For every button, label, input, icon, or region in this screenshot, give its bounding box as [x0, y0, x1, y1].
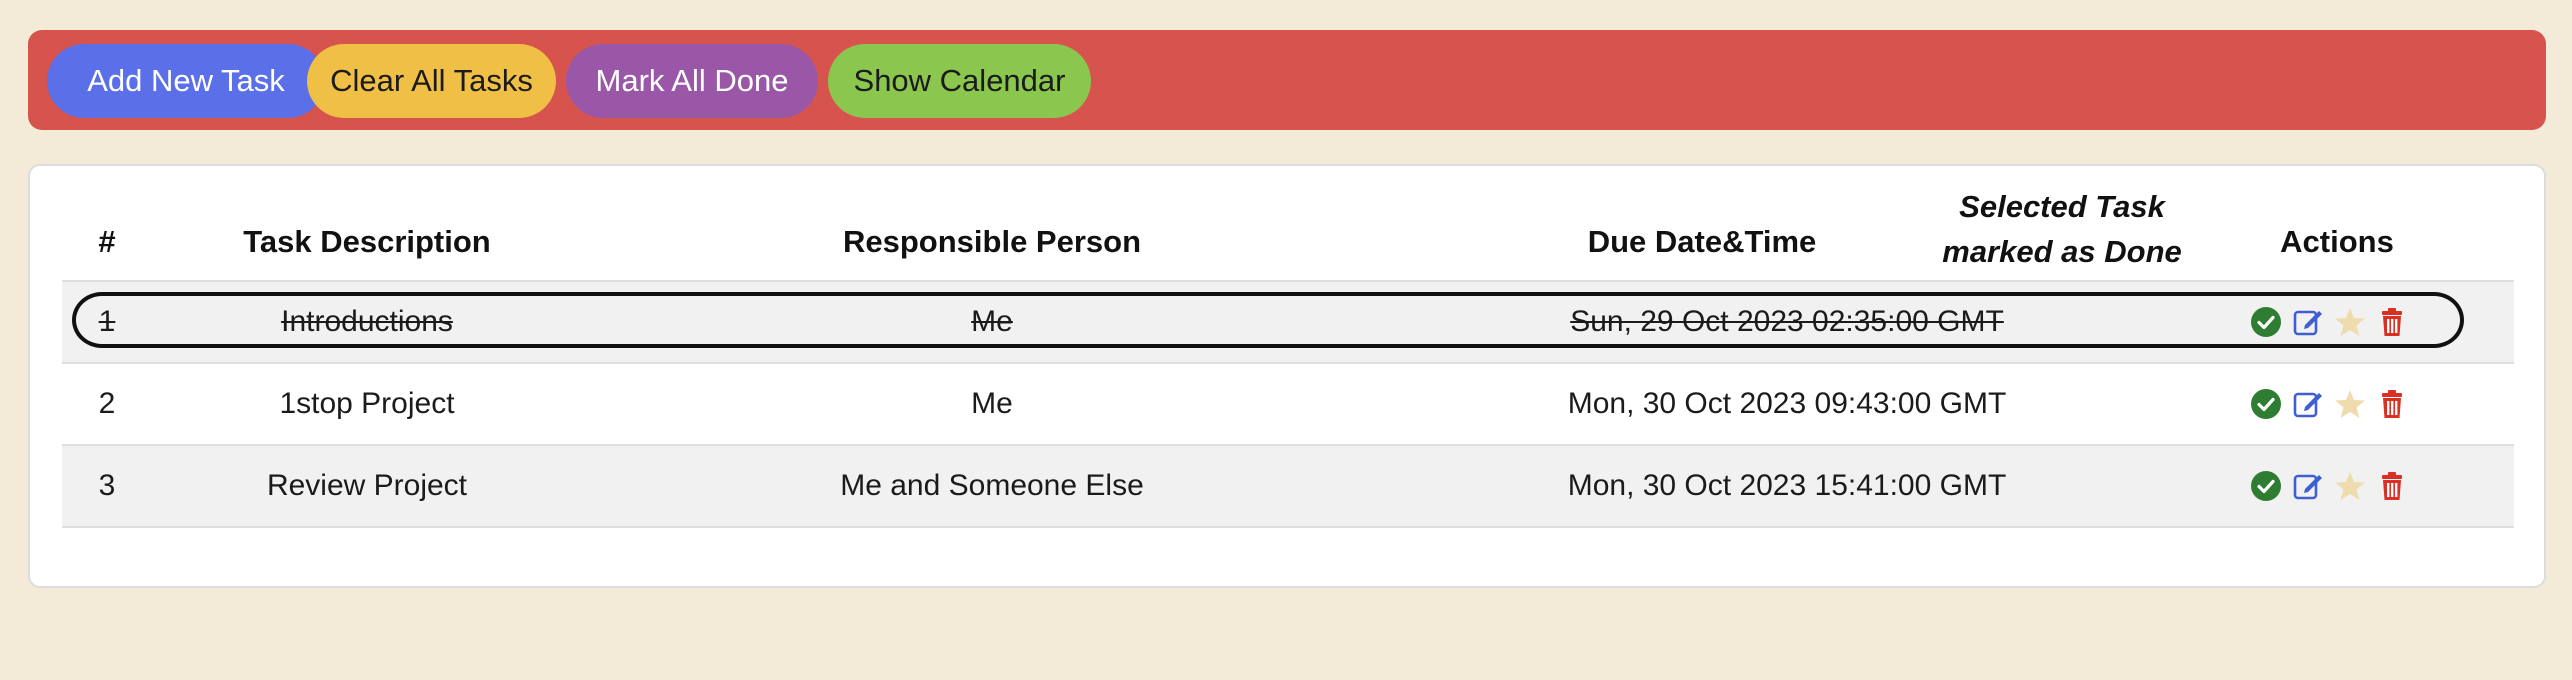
task-responsible-person: Me: [971, 305, 1013, 338]
task-table-card: # Task Description Responsible Person Du…: [28, 164, 2546, 588]
table-row: 1 Introductions Me Sun, 29 Oct 2023 02:3…: [62, 282, 2514, 364]
task-responsible-person: Me and Someone Else: [840, 469, 1144, 502]
trash-icon[interactable]: [2376, 306, 2408, 338]
trash-icon[interactable]: [2376, 388, 2408, 420]
star-icon[interactable]: [2334, 470, 2366, 502]
task-number: 2: [98, 387, 116, 420]
task-description: Review Project: [266, 469, 468, 502]
clear-all-tasks-button[interactable]: Clear All Tasks: [307, 44, 556, 118]
show-calendar-button[interactable]: Show Calendar: [828, 44, 1091, 118]
task-due-date: Sun, 29 Oct 2023 02:35:00 GMT: [1570, 305, 2004, 338]
edit-icon[interactable]: [2292, 470, 2324, 502]
header-task-description: Task Description: [243, 224, 491, 259]
header-selected-line1: Selected Task: [1959, 189, 2165, 224]
table-row: 2 1stop Project Me Mon, 30 Oct 2023 09:4…: [62, 364, 2514, 446]
mark-all-done-button[interactable]: Mark All Done: [566, 44, 818, 118]
task-due-date: Mon, 30 Oct 2023 09:43:00 GMT: [1567, 387, 2007, 420]
add-new-task-button[interactable]: Add New Task: [47, 44, 325, 118]
task-description: 1stop Project: [279, 387, 455, 420]
task-table: # Task Description Responsible Person Du…: [62, 166, 2514, 528]
task-description: Introductions: [281, 305, 453, 338]
check-circle-icon[interactable]: [2250, 388, 2282, 420]
table-row: 3 Review Project Me and Someone Else Mon…: [62, 446, 2514, 528]
task-due-date: Mon, 30 Oct 2023 15:41:00 GMT: [1567, 469, 2007, 502]
header-due-date: Due Date&Time: [1587, 224, 1817, 259]
task-actions: [2250, 364, 2430, 444]
task-responsible-person: Me: [971, 387, 1013, 420]
task-actions: [2250, 282, 2430, 362]
star-icon[interactable]: [2334, 306, 2366, 338]
star-icon[interactable]: [2334, 388, 2366, 420]
table-header: # Task Description Responsible Person Du…: [62, 166, 2514, 282]
header-actions: Actions: [2280, 224, 2394, 259]
edit-icon[interactable]: [2292, 388, 2324, 420]
header-number: #: [98, 224, 116, 259]
edit-icon[interactable]: [2292, 306, 2324, 338]
toolbar: Add New Task Clear All Tasks Mark All Do…: [28, 30, 2546, 130]
check-circle-icon[interactable]: [2250, 306, 2282, 338]
header-selected-line2: marked as Done: [1942, 234, 2182, 269]
header-selected-task-annotation: Selected Task marked as Done: [1912, 184, 2212, 274]
check-circle-icon[interactable]: [2250, 470, 2282, 502]
task-number: 3: [98, 469, 116, 502]
task-number: 1: [98, 305, 116, 338]
task-actions: [2250, 446, 2430, 526]
trash-icon[interactable]: [2376, 470, 2408, 502]
header-responsible-person: Responsible Person: [842, 224, 1142, 259]
